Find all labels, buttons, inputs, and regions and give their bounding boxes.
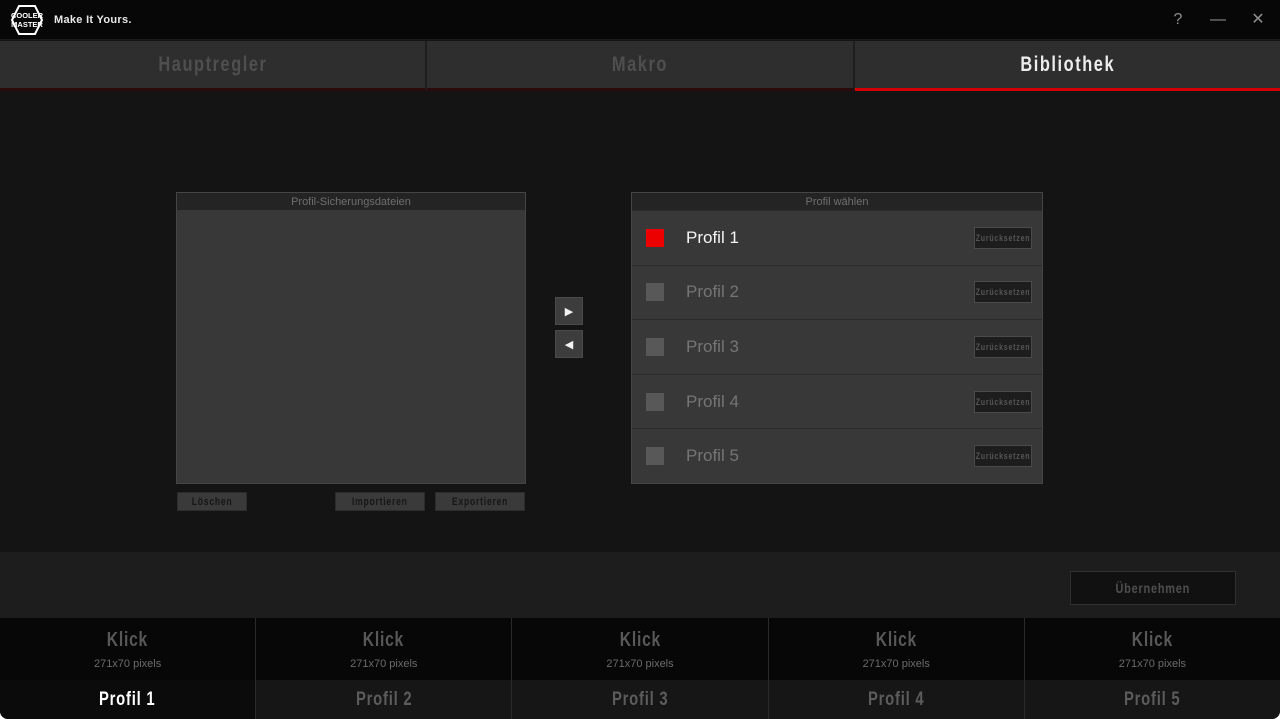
profile-selected-indicator[interactable] (646, 229, 664, 247)
tab-makro-label: Makro (612, 53, 668, 77)
apply-strip: Übernehmen (0, 552, 1280, 618)
import-button-label: Importieren (352, 496, 408, 508)
reset-profile-3-button[interactable]: Zurücksetzen (974, 336, 1032, 358)
help-button[interactable]: ? (1168, 0, 1188, 40)
tab-hauptregler-label: Hauptregler (158, 53, 267, 77)
profile-row-5[interactable]: Profil 5 Zurücksetzen (632, 428, 1042, 483)
profile-row-2[interactable]: Profil 2 Zurücksetzen (632, 265, 1042, 320)
cooler-master-logo-icon: COOLER MASTER (10, 4, 44, 36)
profile-selected-indicator[interactable] (646, 447, 664, 465)
profile-selected-indicator[interactable] (646, 393, 664, 411)
export-button-label: Exportieren (452, 496, 508, 508)
profile-selected-indicator[interactable] (646, 283, 664, 301)
reset-profile-4-button[interactable]: Zurücksetzen (974, 391, 1032, 413)
tab-hauptregler[interactable]: Hauptregler (0, 41, 427, 91)
preview-cell-2[interactable]: Klick 271x70 pixels (256, 618, 512, 680)
bottom-tab-label: Profil 2 (356, 689, 412, 711)
bottom-tab-label: Profil 1 (99, 689, 155, 711)
arrow-left-icon: ◀ (565, 338, 573, 351)
preview-size-label: 271x70 pixels (1119, 658, 1186, 670)
arrow-right-icon: ▶ (565, 305, 573, 318)
apply-button[interactable]: Übernehmen (1070, 571, 1236, 605)
delete-button[interactable]: Löschen (177, 492, 247, 511)
app-window: COOLER MASTER Make It Yours. ? — ✕ Haupt… (0, 0, 1280, 719)
profile-selected-indicator[interactable] (646, 338, 664, 356)
backup-files-panel: Profil-Sicherungsdateien (177, 193, 525, 483)
profile-row-3[interactable]: Profil 3 Zurücksetzen (632, 319, 1042, 374)
preview-size-label: 271x70 pixels (94, 658, 161, 670)
profile-row-label: Profil 5 (686, 446, 739, 466)
actions-spacer (247, 492, 335, 511)
profile-row-1[interactable]: Profil 1 Zurücksetzen (632, 210, 1042, 265)
bottom-tab-profil-5[interactable]: Profil 5 (1025, 680, 1280, 719)
delete-button-label: Löschen (192, 496, 233, 508)
reset-button-label: Zurücksetzen (976, 287, 1031, 297)
import-button[interactable]: Importieren (335, 492, 425, 511)
tab-bibliothek[interactable]: Bibliothek (855, 41, 1280, 91)
reset-profile-5-button[interactable]: Zurücksetzen (974, 445, 1032, 467)
preview-size-label: 271x70 pixels (863, 658, 930, 670)
preview-cell-5[interactable]: Klick 271x70 pixels (1025, 618, 1280, 680)
export-button[interactable]: Exportieren (435, 492, 525, 511)
profile-row-label: Profil 2 (686, 282, 739, 302)
svg-text:MASTER: MASTER (11, 20, 43, 29)
minimize-button[interactable]: — (1208, 0, 1228, 40)
profile-tab-row: Profil 1 Profil 2 Profil 3 Profil 4 Prof… (0, 680, 1280, 719)
reset-button-label: Zurücksetzen (976, 342, 1031, 352)
reset-button-label: Zurücksetzen (976, 397, 1031, 407)
actions-gap (425, 492, 435, 511)
title-bar: COOLER MASTER Make It Yours. ? — ✕ (0, 0, 1280, 40)
profile-select-panel: Profil wählen Profil 1 Zurücksetzen Prof… (632, 193, 1042, 483)
tab-makro[interactable]: Makro (427, 41, 854, 91)
bottom-tab-label: Profil 3 (612, 689, 668, 711)
bottom-tab-profil-2[interactable]: Profil 2 (256, 680, 512, 719)
reset-button-label: Zurücksetzen (976, 233, 1031, 243)
window-controls: ? — ✕ (1168, 0, 1268, 40)
profile-row-label: Profil 1 (686, 228, 739, 248)
preview-action-label: Klick (876, 629, 917, 652)
bottom-tab-label: Profil 5 (1124, 689, 1180, 711)
backup-actions: Löschen Importieren Exportieren (177, 492, 525, 511)
preview-cell-4[interactable]: Klick 271x70 pixels (769, 618, 1025, 680)
reset-button-label: Zurücksetzen (976, 451, 1031, 461)
profile-panel-title: Profil wählen (632, 193, 1042, 210)
preview-action-label: Klick (1132, 629, 1173, 652)
bottom-tab-label: Profil 4 (868, 689, 924, 711)
profile-row-label: Profil 4 (686, 392, 739, 412)
move-right-button[interactable]: ▶ (555, 297, 583, 325)
profile-row-4[interactable]: Profil 4 Zurücksetzen (632, 374, 1042, 429)
bottom-tab-profil-3[interactable]: Profil 3 (512, 680, 768, 719)
reset-profile-1-button[interactable]: Zurücksetzen (974, 227, 1032, 249)
bottom-tab-profil-1[interactable]: Profil 1 (0, 680, 256, 719)
preview-size-label: 271x70 pixels (350, 658, 417, 670)
svg-text:COOLER: COOLER (11, 11, 44, 20)
preview-size-label: 271x70 pixels (606, 658, 673, 670)
close-button[interactable]: ✕ (1248, 0, 1268, 40)
apply-button-label: Übernehmen (1116, 580, 1191, 596)
preview-action-label: Klick (363, 629, 404, 652)
reset-profile-2-button[interactable]: Zurücksetzen (974, 281, 1032, 303)
brand-tagline: Make It Yours. (54, 14, 132, 26)
profile-row-label: Profil 3 (686, 337, 739, 357)
profile-action-preview-row: Klick 271x70 pixels Klick 271x70 pixels … (0, 618, 1280, 680)
preview-cell-3[interactable]: Klick 271x70 pixels (512, 618, 768, 680)
backup-file-list[interactable] (177, 210, 525, 483)
backup-panel-title: Profil-Sicherungsdateien (177, 193, 525, 210)
main-tab-bar: Hauptregler Makro Bibliothek (0, 41, 1280, 91)
preview-action-label: Klick (107, 629, 148, 652)
move-left-button[interactable]: ◀ (555, 330, 583, 358)
bottom-tab-profil-4[interactable]: Profil 4 (769, 680, 1025, 719)
preview-action-label: Klick (619, 629, 660, 652)
preview-cell-1[interactable]: Klick 271x70 pixels (0, 618, 256, 680)
tab-bibliothek-label: Bibliothek (1020, 53, 1115, 77)
